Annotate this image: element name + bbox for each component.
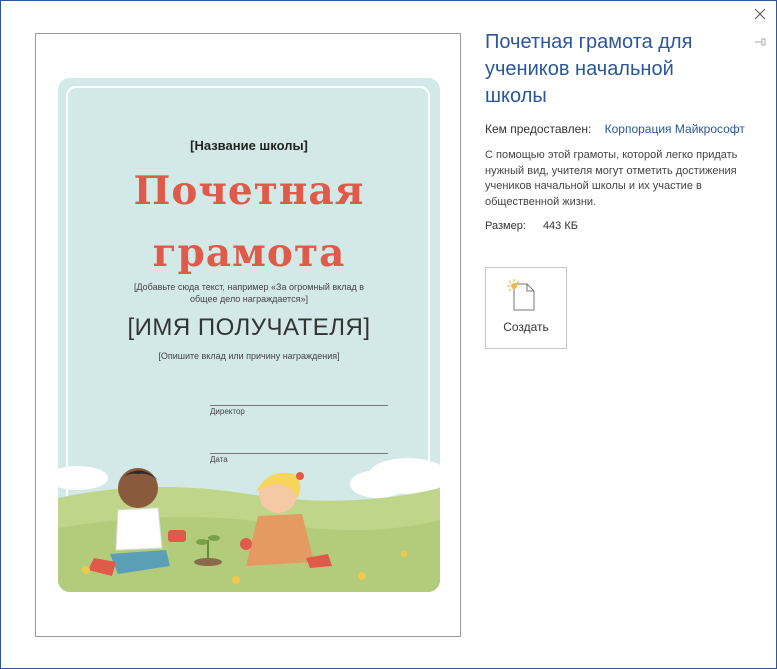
size-row: Размер: 443 КБ [485, 220, 755, 232]
template-preview-dialog: [Название школы] Почетная грамота [Добав… [0, 0, 777, 669]
subtitle-line1: [Добавьте сюда текст, например «За огром… [133, 282, 365, 292]
size-label: Размер: [485, 220, 526, 232]
provided-by-label: Кем предоставлен: [485, 122, 592, 136]
create-button[interactable]: Создать [485, 267, 567, 349]
certificate-title-line2: грамота [152, 230, 346, 276]
new-document-icon [507, 279, 535, 311]
reason-placeholder: [Опишите вклад или причину награждения] [158, 351, 340, 361]
pin-button[interactable] [754, 35, 766, 47]
template-preview-frame: [Название школы] Почетная грамота [Добав… [35, 33, 461, 637]
close-button[interactable] [752, 6, 768, 22]
close-icon [754, 8, 766, 20]
subtitle-line2: общее дело награждается»] [190, 294, 308, 304]
provided-by-value: Корпорация Майкрософт [604, 122, 745, 136]
template-info-panel: Почетная грамота для учеников начальной … [485, 29, 755, 232]
certificate-preview: [Название школы] Почетная грамота [Добав… [58, 78, 440, 592]
school-name-placeholder: [Название школы] [190, 138, 308, 153]
date-signature-line [210, 453, 388, 454]
create-button-label: Создать [503, 320, 549, 334]
template-description: С помощью этой грамоты, которой легко пр… [485, 149, 738, 208]
director-signature-line [210, 405, 388, 406]
director-label: Директор [210, 407, 245, 416]
certificate-title-line1: Почетная [133, 168, 365, 214]
size-value: 443 КБ [542, 220, 578, 232]
kids-planting-illustration [58, 458, 440, 592]
recipient-name-placeholder: [ИМЯ ПОЛУЧАТЕЛЯ] [127, 314, 371, 341]
pin-icon [755, 38, 766, 46]
template-title: Почетная грамота для учеников начальной … [485, 31, 693, 107]
provided-by-row: Кем предоставлен: Корпорация Майкрософт [485, 122, 755, 136]
